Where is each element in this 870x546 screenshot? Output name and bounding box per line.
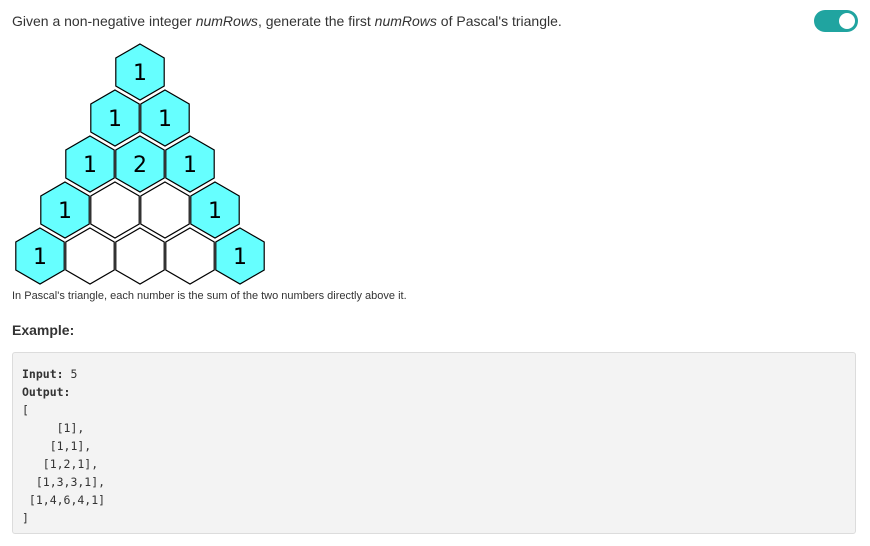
theme-toggle-switch[interactable]	[814, 10, 858, 32]
hex-cell-r4-c3	[165, 227, 215, 285]
output-line-4: [1,3,3,1],	[22, 475, 106, 489]
hex-cell-r4-c2	[115, 227, 165, 285]
output-line-2: [1,1],	[22, 439, 92, 453]
output-line-3: [1,2,1],	[22, 457, 99, 471]
output-label: Output:	[22, 385, 71, 399]
hex-value-r0-c0: 1	[133, 61, 147, 86]
description-var-numrows-2: numRows	[374, 13, 437, 29]
example-heading: Example:	[12, 322, 75, 338]
hex-cell-r3-c2	[140, 181, 190, 239]
hex-value-r2-c1: 2	[133, 153, 147, 178]
problem-description: Given a non-negative integer numRows, ge…	[12, 12, 562, 30]
output-line-5: [1,4,6,4,1]	[22, 493, 106, 507]
input-line: Input: 5	[22, 365, 855, 383]
toggle-knob	[839, 13, 855, 29]
hex-value-r3-c0: 1	[58, 199, 72, 224]
hex-cell-r3-c1	[90, 181, 140, 239]
output-line-0: [	[22, 403, 29, 417]
example-code-block: Input: 5 Output: [ [1], [1,1], [1,2,1], …	[12, 352, 856, 534]
description-suffix: of Pascal's triangle.	[436, 13, 562, 29]
input-label: Input:	[22, 367, 64, 381]
hex-cell-r4-c1	[65, 227, 115, 285]
pascal-triangle-illustration: 11 11 2 11 11 1	[15, 43, 265, 285]
output-lines: [ [1], [1,1], [1,2,1], [1,3,3,1], [1,4,6…	[22, 401, 855, 527]
output-line: Output:	[22, 383, 855, 401]
hex-value-r3-c3: 1	[208, 199, 222, 224]
input-value: 5	[63, 367, 78, 381]
description-prefix: Given a non-negative integer	[12, 13, 196, 29]
triangle-caption: In Pascal's triangle, each number is the…	[12, 290, 407, 302]
description-var-numrows: numRows	[195, 13, 258, 29]
output-line-1: [1],	[22, 421, 85, 435]
output-line-6: ]	[22, 511, 29, 525]
hex-value-r1-c0: 1	[108, 107, 122, 132]
hex-value-r1-c1: 1	[158, 107, 172, 132]
hex-value-r2-c2: 1	[183, 153, 197, 178]
hex-value-r4-c4: 1	[233, 245, 247, 270]
hex-value-r2-c0: 1	[83, 153, 97, 178]
hex-value-r4-c0: 1	[33, 245, 47, 270]
description-middle: , generate the first	[257, 13, 375, 29]
